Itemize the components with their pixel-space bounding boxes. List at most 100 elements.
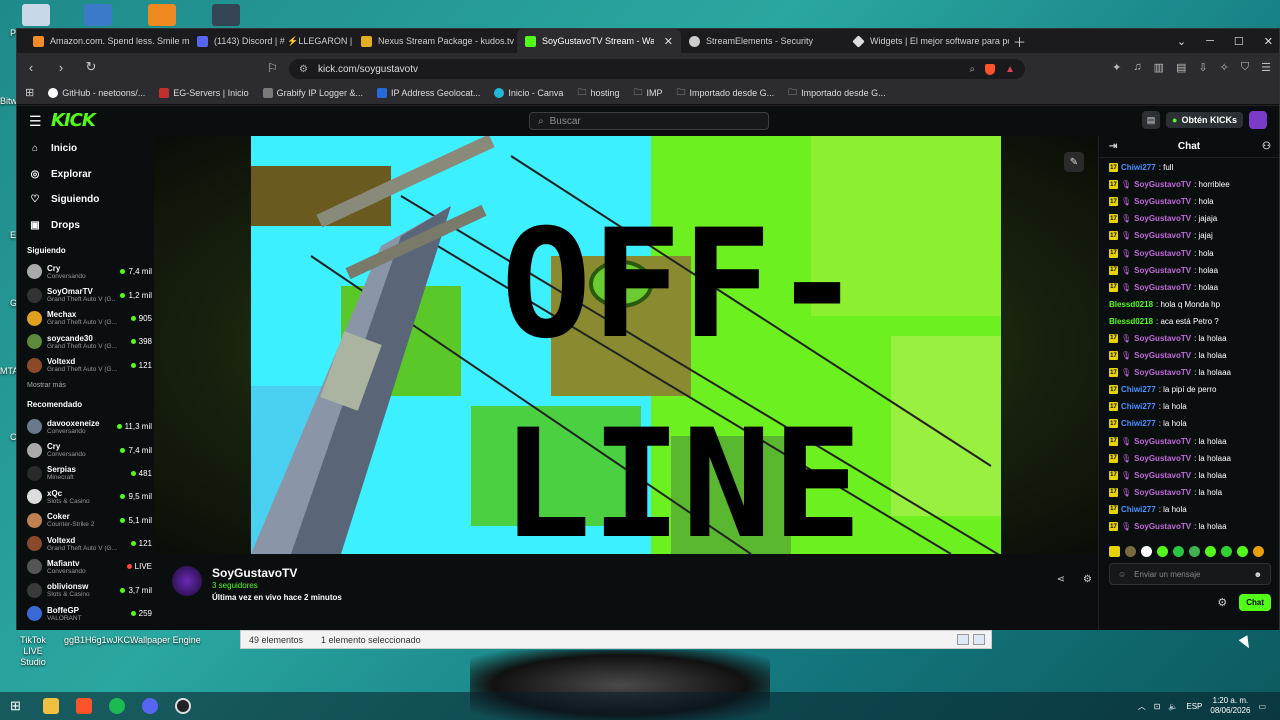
sidebar-nav-item[interactable]: ▣ Drops bbox=[17, 213, 154, 239]
chat-username[interactable]: SoyGustavoTV bbox=[1134, 214, 1191, 223]
bookmark-item[interactable]: GitHub - neetoons/... bbox=[48, 87, 145, 98]
streamer-avatar[interactable] bbox=[172, 566, 202, 596]
chat-username[interactable]: Blessd0218 bbox=[1109, 300, 1153, 309]
chat-username[interactable]: SoyGustavoTV bbox=[1134, 454, 1191, 463]
bookmark-folder[interactable]: 🗀 IMP bbox=[633, 85, 662, 101]
chat-username[interactable]: SoyGustavoTV bbox=[1134, 488, 1191, 497]
details-view-icon[interactable] bbox=[957, 634, 969, 645]
chat-username[interactable]: Chiwi277 bbox=[1121, 505, 1156, 514]
desktop-icon-label[interactable]: ggB1H6g1wJKC... bbox=[64, 635, 138, 646]
network-icon[interactable]: ⊡ bbox=[1154, 702, 1161, 711]
tray-expand-icon[interactable]: ︿ bbox=[1138, 701, 1146, 712]
maximize-icon[interactable]: ☐ bbox=[1234, 35, 1244, 48]
video-player[interactable]: OFF- LINE ✎ bbox=[154, 136, 1098, 554]
chat-username[interactable]: SoyGustavoTV bbox=[1134, 368, 1191, 377]
close-window-icon[interactable]: ✕ bbox=[1264, 35, 1273, 48]
user-avatar[interactable] bbox=[1249, 111, 1267, 129]
chat-username[interactable]: SoyGustavoTV bbox=[1134, 180, 1191, 189]
hamburger-menu-icon[interactable]: ☰ bbox=[29, 113, 42, 130]
new-tab-button[interactable]: ＋ bbox=[1013, 32, 1026, 51]
emote-icon[interactable] bbox=[1125, 546, 1136, 557]
spotify-icon[interactable] bbox=[109, 698, 125, 714]
share-icon[interactable]: ⋖ bbox=[1057, 574, 1065, 585]
sidebar-channel[interactable]: xQc Slots & Casino 9,5 mil bbox=[17, 485, 154, 508]
bookmark-item[interactable]: Inicio - Canva bbox=[494, 87, 563, 98]
bookmark-item[interactable]: Grabify IP Logger &... bbox=[262, 87, 363, 98]
chat-username[interactable]: Chiwi277 bbox=[1121, 419, 1156, 428]
chat-username[interactable]: SoyGustavoTV bbox=[1134, 231, 1191, 240]
chat-username[interactable]: Chiwi277 bbox=[1121, 163, 1156, 172]
emote-icon[interactable] bbox=[1237, 546, 1248, 557]
game-app-icon[interactable] bbox=[212, 4, 240, 26]
browser-tab[interactable]: Widgets | El mejor software para poten bbox=[845, 29, 1009, 53]
emote-icon[interactable] bbox=[1157, 546, 1168, 557]
sidebar-channel[interactable]: soycande30 Grand Theft Auto V (G... 398 bbox=[17, 330, 154, 353]
options-icon[interactable]: ⚙ bbox=[1083, 574, 1092, 585]
sidebar-channel[interactable]: Mafiantv Conversando LIVE bbox=[17, 555, 154, 578]
show-more-link[interactable]: Mostrar más bbox=[17, 377, 154, 395]
emote-icon[interactable] bbox=[1141, 546, 1152, 557]
sidebar-channel[interactable]: Cry Conversando 7,4 mil bbox=[17, 260, 154, 283]
wallet-icon[interactable]: ▤ bbox=[1176, 61, 1186, 74]
emote-icon[interactable] bbox=[1253, 546, 1264, 557]
browser-tab[interactable]: Amazon.com. Spend less. Smile more bbox=[25, 29, 189, 53]
send-chat-button[interactable]: Chat bbox=[1239, 594, 1271, 611]
chat-username[interactable]: SoyGustavoTV bbox=[1134, 471, 1191, 480]
brave-rewards-icon[interactable]: ▲ bbox=[1005, 64, 1015, 75]
search-input[interactable]: ⌕ Buscar bbox=[529, 112, 769, 130]
chat-input[interactable]: ☺ Enviar un mensaje ☻ bbox=[1109, 563, 1271, 585]
browser-tab[interactable]: (1143) Discord | # ⚡LLEGARON | Stre bbox=[189, 29, 353, 53]
get-kicks-button[interactable]: ● Obtén KICKs bbox=[1166, 112, 1243, 128]
sublime-app-icon[interactable] bbox=[148, 4, 176, 26]
sidebar-channel[interactable]: BoffeGP VALORANT 259 bbox=[17, 602, 154, 625]
back-icon[interactable]: ‹ bbox=[23, 60, 39, 75]
sidebar-channel[interactable]: SoyOmarTV Grand Theft Auto V (G... 1,2 mil bbox=[17, 283, 154, 306]
chat-username[interactable]: Chiwi277 bbox=[1121, 402, 1156, 411]
chat-users-icon[interactable]: ⚇ bbox=[1262, 141, 1271, 152]
obs-icon[interactable] bbox=[175, 698, 191, 714]
browser-tab[interactable]: StreamElements - Security bbox=[681, 29, 845, 53]
tab-list-chevron-icon[interactable]: ⌄ bbox=[1177, 35, 1186, 48]
clock[interactable]: 1:20 a. m. 08/06/2026 bbox=[1210, 696, 1250, 716]
kick-logo[interactable]: KICK bbox=[51, 110, 96, 131]
download-icon[interactable]: ⇩ bbox=[1198, 61, 1207, 74]
volume-icon[interactable]: 🔈 bbox=[1168, 702, 1178, 711]
layout-icon[interactable]: ▤ bbox=[1142, 111, 1161, 129]
network-app-icon[interactable] bbox=[84, 4, 112, 26]
media-icon[interactable]: ♫ bbox=[1133, 61, 1141, 74]
notifications-icon[interactable]: ▭ bbox=[1258, 702, 1266, 711]
chat-username[interactable]: SoyGustavoTV bbox=[1134, 437, 1191, 446]
site-info-icon[interactable]: ⚙ bbox=[299, 64, 308, 75]
language-indicator[interactable]: ESP bbox=[1186, 702, 1202, 711]
streamer-name[interactable]: SoyGustavoTV bbox=[212, 566, 297, 580]
sidebar-channel[interactable]: Cry Conversando 7,4 mil bbox=[17, 438, 154, 461]
brave-shield-icon[interactable] bbox=[985, 63, 996, 75]
emote-icon[interactable] bbox=[1205, 546, 1216, 557]
forward-icon[interactable]: › bbox=[53, 60, 69, 75]
chat-username[interactable]: Chiwi277 bbox=[1121, 385, 1156, 394]
chat-username[interactable]: SoyGustavoTV bbox=[1134, 351, 1191, 360]
emoji-picker-icon[interactable]: ☺ bbox=[1118, 570, 1126, 579]
desktop-icon-label[interactable]: Wallpaper Engine bbox=[130, 635, 201, 646]
sidebar-channel[interactable]: Coker Counter-Strike 2 5,1 mil bbox=[17, 509, 154, 532]
chat-username[interactable]: SoyGustavoTV bbox=[1134, 249, 1191, 258]
chat-username[interactable]: SoyGustavoTV bbox=[1134, 334, 1191, 343]
sidebar-channel[interactable]: Voltexd Grand Theft Auto V (G... 121 bbox=[17, 532, 154, 555]
file-explorer-icon[interactable] bbox=[43, 698, 59, 714]
apps-grid-icon[interactable]: ⊞ bbox=[25, 86, 34, 99]
chat-username[interactable]: Blessd0218 bbox=[1109, 317, 1153, 326]
brave-browser-icon[interactable] bbox=[76, 698, 92, 714]
tiles-view-icon[interactable] bbox=[973, 634, 985, 645]
zoom-icon[interactable]: ⌕ bbox=[969, 64, 975, 75]
extensions-icon[interactable]: ✦ bbox=[1112, 61, 1121, 74]
sidebar-channel[interactable]: Mechax Grand Theft Auto V (G... 905 bbox=[17, 307, 154, 330]
chat-username[interactable]: SoyGustavoTV bbox=[1134, 197, 1191, 206]
browser-tab-active[interactable]: SoyGustavoTV Stream - Watch Live ✕ bbox=[517, 29, 681, 53]
discord-icon[interactable] bbox=[142, 698, 158, 714]
sidebar-toggle-icon[interactable]: ▥ bbox=[1154, 61, 1164, 74]
bookmark-item[interactable]: IP Address Geolocat... bbox=[377, 87, 480, 98]
windows-start-icon[interactable]: ⊞ bbox=[10, 698, 26, 714]
url-text[interactable]: kick.com/soygustavotv bbox=[318, 64, 418, 75]
chat-username[interactable]: SoyGustavoTV bbox=[1134, 266, 1191, 275]
bookmark-folder[interactable]: 🗀 Importado desde G... bbox=[677, 85, 775, 101]
